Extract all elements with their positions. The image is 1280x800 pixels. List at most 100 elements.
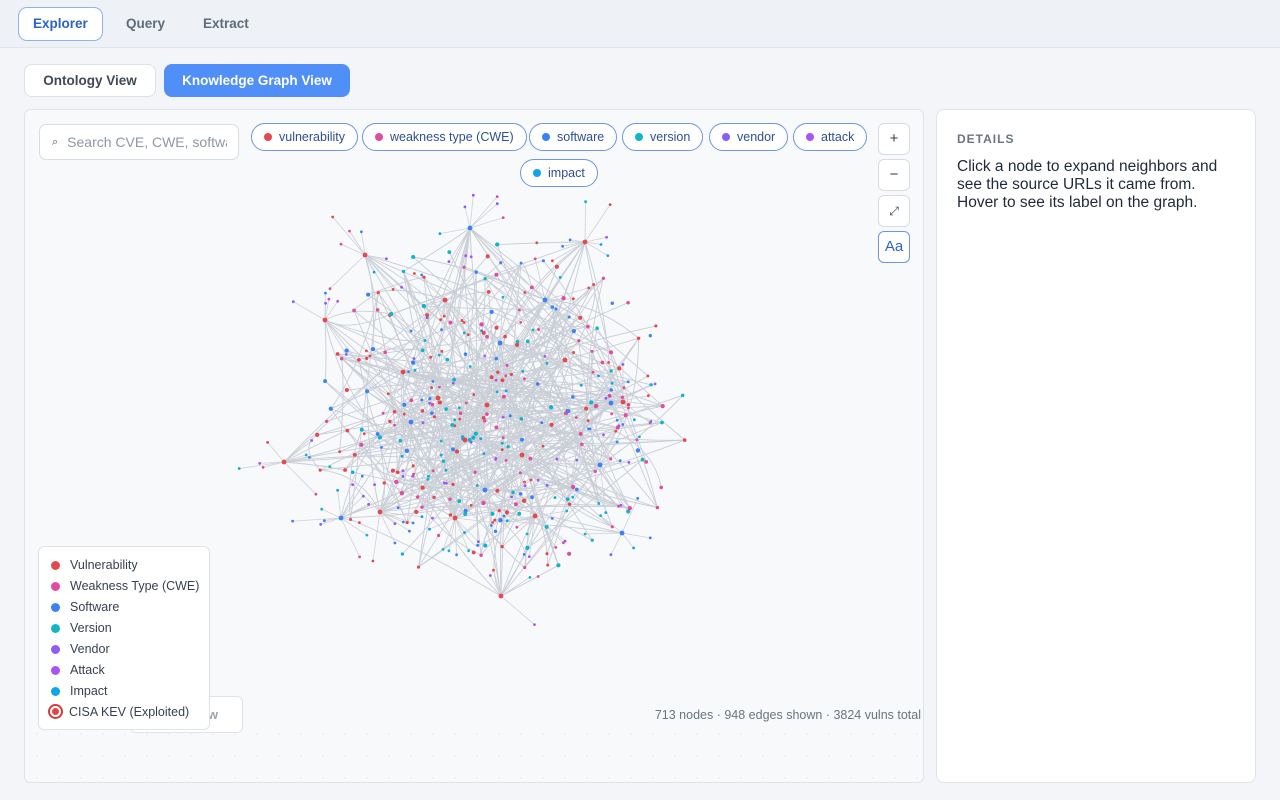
- graph-node[interactable]: [504, 374, 508, 378]
- graph-node[interactable]: [324, 419, 329, 424]
- zoom-out-button[interactable]: −: [878, 159, 910, 191]
- graph-node[interactable]: [457, 499, 462, 504]
- graph-node[interactable]: [401, 269, 406, 274]
- graph-node[interactable]: [561, 244, 564, 248]
- graph-node[interactable]: [423, 339, 427, 342]
- graph-hub-node[interactable]: [467, 225, 473, 231]
- graph-node[interactable]: [500, 441, 504, 445]
- graph-node[interactable]: [553, 496, 557, 500]
- graph-node[interactable]: [541, 259, 545, 263]
- graph-node[interactable]: [567, 551, 572, 556]
- graph-node[interactable]: [505, 363, 509, 367]
- graph-hub-node[interactable]: [400, 369, 406, 375]
- graph-node[interactable]: [655, 505, 660, 510]
- graph-node[interactable]: [410, 360, 416, 365]
- graph-node[interactable]: [654, 324, 658, 328]
- graph-node[interactable]: [485, 254, 490, 259]
- graph-hub-node[interactable]: [362, 252, 368, 258]
- graph-node[interactable]: [632, 546, 635, 550]
- graph-node[interactable]: [528, 576, 532, 579]
- graph-node[interactable]: [425, 313, 430, 318]
- graph-node[interactable]: [501, 295, 505, 299]
- graph-node[interactable]: [489, 375, 494, 380]
- graph-node[interactable]: [537, 327, 541, 332]
- graph-node[interactable]: [617, 504, 621, 508]
- graph-node[interactable]: [571, 395, 575, 399]
- graph-node[interactable]: [610, 301, 614, 305]
- graph-node[interactable]: [609, 369, 613, 373]
- graph-node[interactable]: [597, 502, 601, 505]
- graph-node[interactable]: [572, 297, 575, 301]
- graph-node[interactable]: [483, 354, 487, 358]
- graph-node[interactable]: [452, 377, 456, 382]
- graph-node[interactable]: [415, 495, 420, 499]
- graph-node[interactable]: [523, 291, 527, 294]
- graph-node[interactable]: [428, 527, 431, 531]
- graph-node[interactable]: [504, 510, 510, 515]
- graph-node[interactable]: [367, 502, 370, 506]
- graph-node[interactable]: [599, 514, 602, 517]
- graph-node[interactable]: [485, 334, 489, 339]
- graph-hub-node[interactable]: [582, 239, 588, 245]
- graph-node[interactable]: [471, 550, 476, 555]
- graph-hub-node[interactable]: [532, 513, 538, 519]
- graph-node[interactable]: [620, 395, 625, 399]
- graph-node[interactable]: [615, 425, 620, 430]
- graph-hub-node[interactable]: [608, 400, 614, 406]
- graph-node[interactable]: [627, 506, 632, 511]
- graph-hub-node[interactable]: [597, 462, 603, 468]
- graph-node[interactable]: [571, 495, 575, 499]
- graph-node[interactable]: [590, 349, 594, 353]
- graph-node[interactable]: [463, 205, 467, 209]
- graph-node[interactable]: [408, 529, 411, 533]
- graph-node[interactable]: [500, 448, 504, 452]
- graph-node[interactable]: [383, 350, 388, 355]
- graph-node[interactable]: [375, 432, 380, 436]
- graph-node[interactable]: [561, 296, 566, 301]
- graph-node[interactable]: [555, 457, 559, 461]
- graph-node[interactable]: [462, 321, 466, 324]
- graph-node[interactable]: [533, 257, 537, 261]
- graph-node[interactable]: [481, 416, 486, 420]
- graph-node[interactable]: [401, 475, 405, 478]
- graph-hub-node[interactable]: [377, 509, 383, 515]
- graph-node[interactable]: [503, 334, 507, 339]
- graph-node[interactable]: [515, 525, 519, 529]
- graph-node[interactable]: [394, 479, 399, 485]
- graph-node[interactable]: [428, 397, 432, 401]
- graph-node[interactable]: [420, 505, 424, 509]
- graph-node[interactable]: [535, 241, 539, 245]
- graph-node[interactable]: [517, 511, 522, 516]
- graph-node[interactable]: [324, 301, 327, 305]
- graph-node[interactable]: [510, 495, 513, 499]
- graph-node[interactable]: [494, 458, 498, 461]
- zoom-in-button[interactable]: +: [878, 123, 910, 155]
- graph-node[interactable]: [391, 288, 395, 291]
- graph-node[interactable]: [464, 401, 468, 405]
- graph-node[interactable]: [500, 378, 505, 383]
- graph-hub-node[interactable]: [562, 357, 568, 363]
- graph-node[interactable]: [483, 419, 487, 423]
- graph-node[interactable]: [615, 440, 619, 444]
- graph-node[interactable]: [463, 508, 468, 513]
- graph-node[interactable]: [412, 357, 416, 360]
- graph-node[interactable]: [533, 623, 536, 626]
- fit-view-button[interactable]: ⤢: [878, 195, 910, 227]
- graph-node[interactable]: [486, 290, 491, 294]
- graph-node[interactable]: [622, 386, 626, 390]
- graph-node[interactable]: [458, 417, 462, 421]
- graph-node[interactable]: [565, 497, 570, 502]
- graph-hub-node[interactable]: [281, 459, 287, 465]
- graph-node[interactable]: [490, 511, 495, 516]
- graph-node[interactable]: [496, 370, 500, 374]
- graph-node[interactable]: [411, 254, 416, 260]
- graph-node[interactable]: [448, 513, 453, 517]
- graph-node[interactable]: [361, 494, 365, 498]
- graph-node[interactable]: [352, 452, 357, 457]
- graph-node[interactable]: [451, 381, 455, 385]
- graph-node[interactable]: [659, 485, 664, 490]
- graph-node[interactable]: [578, 315, 583, 320]
- graph-node[interactable]: [497, 508, 501, 513]
- graph-node[interactable]: [472, 393, 476, 396]
- graph-node[interactable]: [520, 437, 524, 442]
